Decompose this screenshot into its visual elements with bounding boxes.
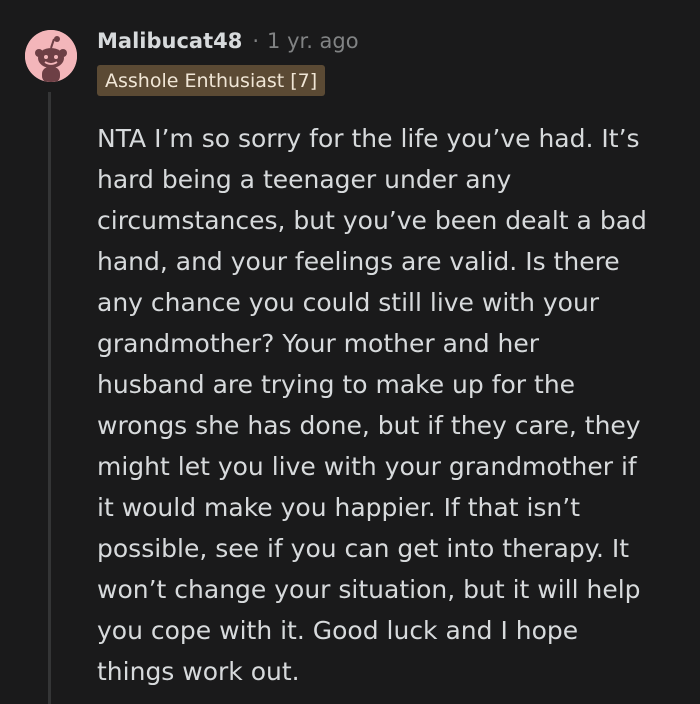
comment-body-line: any chance you could still live with you… — [97, 288, 600, 317]
reddit-snoo-avatar-icon — [25, 30, 77, 82]
username[interactable]: Malibucat48 — [97, 29, 242, 53]
comment-body-line: NTA I’m so sorry for the life you’ve had… — [97, 124, 640, 153]
timestamp[interactable]: 1 yr. ago — [267, 29, 359, 53]
comment-body-line: hand, and your feelings are valid. Is th… — [97, 247, 620, 276]
comment-meta: Malibucat48 · 1 yr. ago — [97, 27, 359, 55]
comment-body-line: might let you live with your grandmother… — [97, 452, 637, 481]
user-avatar[interactable] — [25, 30, 77, 82]
comment-body-line: grandmother? Your mother and her — [97, 329, 540, 358]
comment-body-line: circumstances, but you’ve been dealt a b… — [97, 206, 647, 235]
comment-body-line: it would make you happier. If that isn’t — [97, 493, 581, 522]
comment: Malibucat48 · 1 yr. ago Asshole Enthusia… — [0, 0, 700, 704]
comment-body-line: possible, see if you can get into therap… — [97, 534, 630, 563]
comment-body-line: won’t change your situation, but it will… — [97, 575, 641, 604]
meta-separator: · — [252, 29, 260, 53]
comment-body-line: husband are trying to make up for the — [97, 370, 576, 399]
comment-body-line: wrongs she has done, but if they care, t… — [97, 411, 641, 440]
thread-line[interactable] — [48, 92, 51, 704]
user-flair: Asshole Enthusiast [7] — [97, 65, 326, 96]
comment-body-line: hard being a teenager under any — [97, 165, 512, 194]
comment-body-line: things work out. — [97, 657, 300, 686]
comment-body: NTA I’m so sorry for the life you’ve had… — [97, 118, 687, 692]
comment-body-line: you cope with it. Good luck and I hope — [97, 616, 579, 645]
